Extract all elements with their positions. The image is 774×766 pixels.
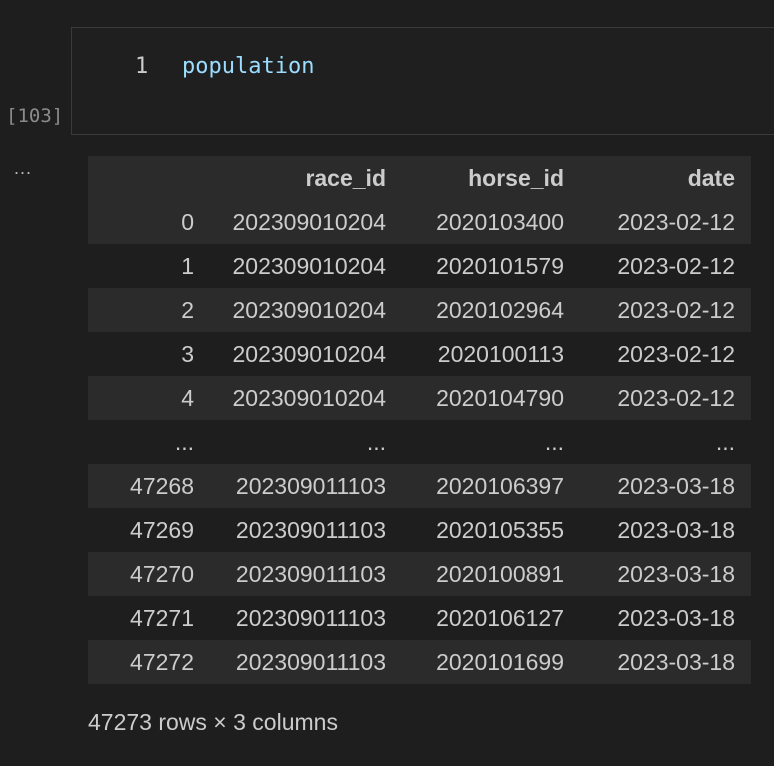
row-index: ...: [174, 428, 194, 455]
race-id-cell: 202309010204: [232, 340, 387, 367]
date-cell: 2023-03-18: [617, 516, 735, 543]
code-text[interactable]: population: [182, 54, 314, 79]
row-index: 2: [181, 296, 194, 323]
row-index: 1: [181, 252, 194, 279]
line-number: 1: [135, 54, 149, 79]
horse-id-cell: 2020105355: [436, 516, 564, 543]
date-cell: 2023-03-18: [617, 472, 735, 499]
date-cell: 2023-02-12: [617, 252, 735, 279]
column-header-date: date: [580, 156, 751, 200]
table-row: 0 202309010204 2020103400 2023-02-12: [88, 200, 751, 244]
horse-id-cell: 2020106127: [436, 604, 564, 631]
race-id-cell: 202309011103: [235, 604, 386, 631]
horse-id-cell: 2020106397: [436, 472, 564, 499]
race-id-cell: 202309011103: [235, 472, 386, 499]
row-index: 47269: [130, 516, 194, 543]
horse-id-cell: 2020100891: [436, 560, 564, 587]
table-header-row: race_id horse_id date: [88, 156, 751, 200]
race-id-cell: 202309010204: [232, 296, 387, 323]
ellipsis-row: ... ... ... ...: [88, 420, 751, 464]
date-cell: 2023-02-12: [617, 340, 735, 367]
column-header-race-id: race_id: [210, 156, 402, 200]
index-column-header: [88, 156, 210, 200]
column-header-horse-id: horse_id: [402, 156, 580, 200]
table-row: 2 202309010204 2020102964 2023-02-12: [88, 288, 751, 332]
date-cell: 2023-03-18: [617, 648, 735, 675]
row-index: 47270: [130, 560, 194, 587]
race-id-cell: 202309011103: [235, 560, 386, 587]
race-id-cell: ...: [366, 428, 386, 455]
date-cell: 2023-02-12: [617, 208, 735, 235]
table-row: 47271 202309011103 2020106127 2023-03-18: [88, 596, 751, 640]
output-more-actions-button[interactable]: ...: [14, 158, 32, 179]
date-cell: 2023-03-18: [617, 560, 735, 587]
date-cell: ...: [715, 428, 735, 455]
race-id-cell: 202309010204: [232, 384, 387, 411]
date-cell: 2023-02-12: [617, 384, 735, 411]
table-row: 3 202309010204 2020100113 2023-02-12: [88, 332, 751, 376]
row-index: 47272: [130, 648, 194, 675]
table-row: 1 202309010204 2020101579 2023-02-12: [88, 244, 751, 288]
row-index: 4: [181, 384, 194, 411]
table-row: 47272 202309011103 2020101699 2023-03-18: [88, 640, 751, 684]
race-id-cell: 202309010204: [232, 208, 387, 235]
dataframe-table: race_id horse_id date 0 202309010204 202…: [88, 156, 751, 684]
code-cell-editor[interactable]: [71, 27, 774, 135]
table-row: 47268 202309011103 2020106397 2023-03-18: [88, 464, 751, 508]
table-row: 4 202309010204 2020104790 2023-02-12: [88, 376, 751, 420]
horse-id-cell: ...: [544, 428, 564, 455]
race-id-cell: 202309011103: [235, 516, 386, 543]
horse-id-cell: 2020104790: [436, 384, 564, 411]
table-row: 47269 202309011103 2020105355 2023-03-18: [88, 508, 751, 552]
table-row: 47270 202309011103 2020100891 2023-03-18: [88, 552, 751, 596]
horse-id-cell: 2020101579: [436, 252, 564, 279]
horse-id-cell: 2020100113: [437, 340, 564, 367]
date-cell: 2023-03-18: [617, 604, 735, 631]
dataframe-shape-summary: 47273 rows × 3 columns: [88, 709, 338, 735]
horse-id-cell: 2020101699: [436, 648, 564, 675]
race-id-cell: 202309011103: [235, 648, 386, 675]
row-index: 0: [181, 208, 194, 235]
row-index: 47268: [130, 472, 194, 499]
horse-id-cell: 2020102964: [436, 296, 564, 323]
race-id-cell: 202309010204: [232, 252, 387, 279]
row-index: 47271: [130, 604, 194, 631]
row-index: 3: [181, 340, 194, 367]
date-cell: 2023-02-12: [617, 296, 735, 323]
horse-id-cell: 2020103400: [436, 208, 564, 235]
execution-count: [103]: [6, 105, 64, 127]
